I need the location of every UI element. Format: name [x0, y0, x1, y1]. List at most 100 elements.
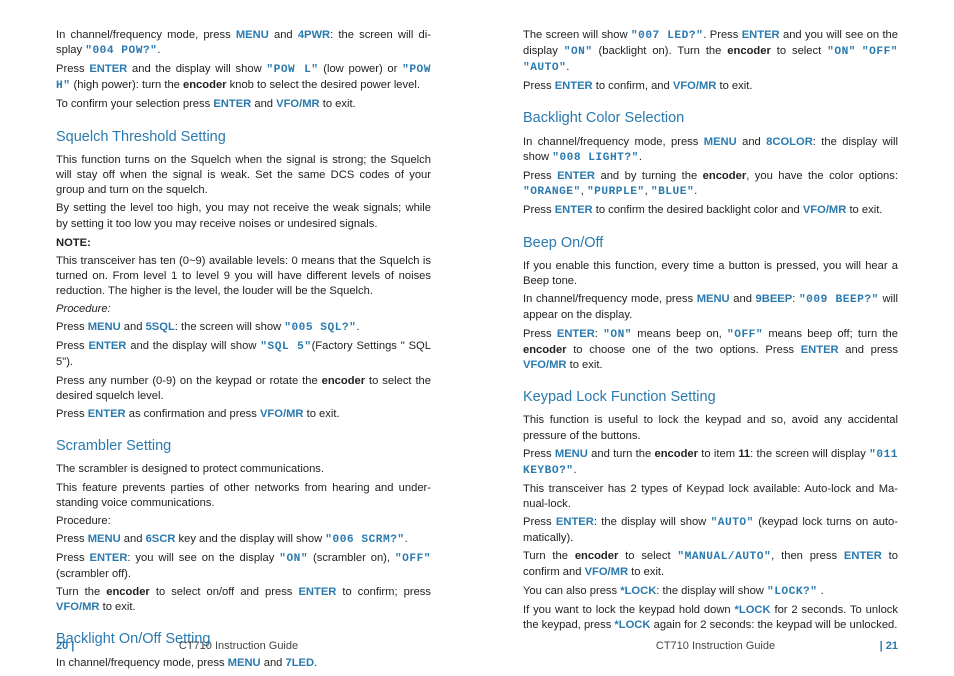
text: Press	[56, 552, 90, 564]
text: and the display will show	[127, 63, 266, 75]
enter-key: ENTER	[89, 63, 127, 75]
lcd-text: "005 SQL?"	[284, 322, 356, 334]
procedure-label: Procedure:	[56, 302, 431, 317]
text: and the display will show	[126, 340, 260, 352]
text: : the screen will show	[175, 321, 284, 333]
text: .	[694, 185, 697, 197]
vfomr-key: VFO/MR	[56, 601, 100, 613]
enter-key: ENTER	[742, 29, 780, 41]
scrambler-heading: Scrambler Setting	[56, 437, 431, 457]
text: (high power): turn the	[70, 79, 183, 91]
encoder-term: enco­der	[523, 344, 567, 356]
backlight-color-heading: Backlight Color Selection	[523, 109, 898, 129]
enter-key: ENTER	[844, 550, 882, 562]
text: This function turns on the Squelch when …	[56, 153, 431, 198]
text: : the display will show	[594, 516, 711, 528]
lcd-text: "ORANGE"	[523, 186, 581, 198]
5sql-key: 5SQL	[146, 321, 175, 333]
vfomr-key: VFO/MR	[673, 80, 717, 92]
enter-key: ENTER	[298, 586, 336, 598]
lcd-text: "ON"	[564, 46, 593, 58]
text: to confirm, and	[593, 80, 673, 92]
squelch-block: This function turns on the Squelch when …	[56, 153, 431, 425]
lcd-text: "OFF"	[862, 46, 898, 58]
9beep-key: 9BEEP	[756, 293, 793, 305]
encoder-term: encoder	[183, 79, 227, 91]
lcd-text: "ON"	[603, 329, 632, 341]
procedure-label: Procedure:	[56, 514, 431, 529]
text: In channel/frequency mode, press	[56, 29, 236, 41]
lock-key: *LOCK	[735, 604, 771, 616]
enter-key: ENTER	[90, 552, 128, 564]
text: and	[730, 293, 756, 305]
text: to confirm the desired backlight color a…	[593, 204, 803, 216]
text: .	[574, 464, 577, 476]
text: and	[251, 98, 276, 110]
lcd-text: "ON"	[827, 46, 856, 58]
text: In channel/frequency mode, press	[523, 136, 704, 148]
text: to select on/off and press	[150, 586, 299, 598]
vfomr-key: VFO/MR	[276, 98, 320, 110]
text: If you want to lock the keypad hold down	[523, 604, 735, 616]
lcd-text: "AUTO"	[523, 62, 566, 74]
text: Press	[523, 80, 555, 92]
lcd-text: "AUTO"	[711, 517, 754, 529]
note-label: NOTE:	[56, 236, 431, 251]
text: This function is useful to lock the keyp…	[523, 413, 898, 443]
enter-key: ENTER	[88, 340, 126, 352]
footer-left: 20 | CT710 Instruction Guide	[0, 639, 477, 654]
squelch-heading: Squelch Threshold Setting	[56, 128, 431, 148]
beep-heading: Beep On/Off	[523, 234, 898, 254]
lcd-text: "MANUAL/AUTO"	[677, 551, 771, 563]
text: Press any number (0-9) on the keypad or …	[56, 375, 322, 387]
lcd-text: "LOCK?"	[767, 586, 818, 598]
text: Press	[56, 63, 89, 75]
keypad-lock-block: This function is useful to lock the keyp…	[523, 413, 898, 635]
vfomr-key: VFO/MR	[260, 408, 304, 420]
beep-block: If you enable this function, every time …	[523, 259, 898, 376]
text: and	[121, 533, 146, 545]
text: In channel/frequency mode, press	[523, 293, 697, 305]
page-spread: In channel/frequency mode, press MENU an…	[0, 0, 954, 676]
text: By setting the level too high, you may n…	[56, 201, 431, 231]
menu-key: MENU	[88, 533, 121, 545]
text: (low power) or	[319, 63, 403, 75]
page-number: | 21	[880, 639, 898, 654]
text: to item	[698, 448, 738, 460]
text: to confirm; press	[336, 586, 431, 598]
text: and by turning the	[595, 170, 703, 182]
text: : you will see on the display	[127, 552, 279, 564]
4pwr-key: 4PWR	[298, 29, 330, 41]
lcd-text: "007 LED?"	[631, 30, 703, 42]
footer-title: CT710 Instruction Guide	[656, 639, 775, 654]
intro-block: In channel/frequency mode, press MENU an…	[56, 28, 431, 116]
text: to select	[771, 45, 827, 57]
text: and	[269, 29, 298, 41]
encoder-term: encoder	[575, 550, 619, 562]
8color-key: 8COLOR	[766, 136, 813, 148]
text: Press	[523, 516, 556, 528]
text: as confirmation and press	[126, 408, 260, 420]
text: : the screen will display	[750, 448, 869, 460]
text: : the display will show	[656, 585, 767, 597]
text: and	[737, 136, 766, 148]
text: Turn the	[523, 550, 575, 562]
text: . Press	[703, 29, 741, 41]
lock-key: *LOCK	[620, 585, 656, 597]
page-number: 20 |	[56, 639, 74, 654]
text: Turn the	[56, 586, 106, 598]
lcd-text: "ON"	[279, 553, 308, 565]
enter-key: ENTER	[213, 98, 251, 110]
text: .	[356, 321, 359, 333]
text: Press	[523, 204, 555, 216]
item-11: 11	[738, 448, 750, 460]
text: .	[639, 151, 642, 163]
text: The scrambler is designed to protect com…	[56, 462, 431, 477]
menu-key: MENU	[697, 293, 730, 305]
page-right: The screen will show "007 LED?". Press E…	[477, 0, 954, 676]
text: This transceiver has ten (0~9) available…	[56, 254, 431, 299]
backlight-cont-block: The screen will show "007 LED?". Press E…	[523, 28, 898, 97]
text: .	[566, 61, 569, 73]
vfomr-key: VFO/MR	[523, 359, 567, 371]
vfomr-key: VFO/MR	[803, 204, 847, 216]
